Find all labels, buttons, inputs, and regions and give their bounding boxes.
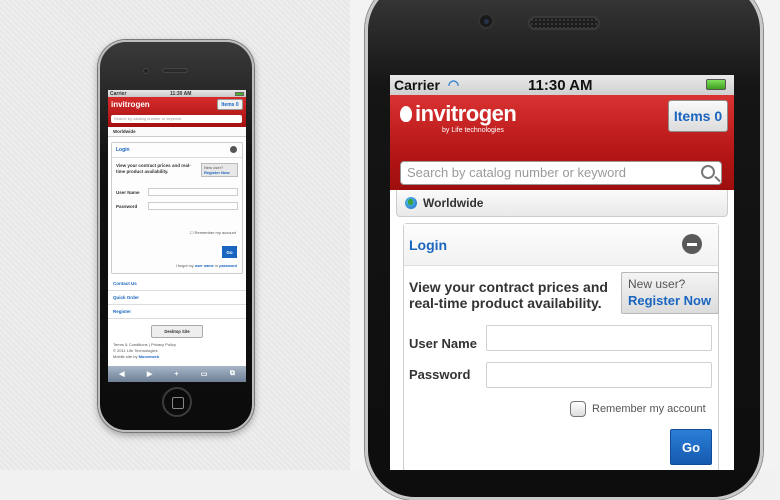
go-button[interactable]: Go [670, 429, 712, 465]
logo-tagline: by Life technologies [442, 127, 504, 134]
password-label: Password [116, 204, 138, 209]
search-input[interactable]: Search by catalog number or keyword [400, 161, 722, 185]
add-bookmark-icon[interactable]: + [175, 371, 179, 378]
forward-icon[interactable]: ▶ [147, 370, 152, 378]
site-header: invitrogen Items 0 Search by catalog num… [108, 97, 246, 127]
go-button[interactable]: Go [222, 246, 237, 258]
site-header: invitrogen by Life technologies Items 0 … [390, 95, 734, 190]
collapse-icon[interactable] [682, 234, 702, 254]
register-now-button[interactable]: New user? Register Now [621, 272, 719, 314]
small-phone: Carrier 11:30 AM invitrogen Items 0 Sear… [98, 40, 254, 432]
login-promo-text: View your contract prices and real-time … [409, 279, 608, 311]
cart-items-button[interactable]: Items 0 [217, 99, 243, 110]
remember-account-checkbox[interactable] [570, 401, 586, 417]
bookmarks-icon[interactable]: ▭ [201, 370, 208, 378]
login-panel: Login View your contract prices and real… [111, 142, 243, 274]
status-bar: Carrier 11:30 AM [108, 90, 246, 97]
battery-icon [706, 79, 726, 90]
globe-icon [405, 197, 417, 209]
register-now-label: Register Now [628, 293, 712, 308]
new-user-label: New user? [628, 277, 686, 291]
username-label: User Name [116, 190, 140, 195]
register-now-label: Register Now [204, 170, 230, 175]
speaker-grille [162, 68, 188, 73]
search-icon[interactable] [701, 165, 715, 179]
speaker-grille [528, 16, 600, 30]
small-phone-screen: Carrier 11:30 AM invitrogen Items 0 Sear… [108, 90, 246, 382]
search-placeholder: Search by catalog number or keyword [407, 165, 626, 180]
invitrogen-logo[interactable]: invitrogen [111, 100, 150, 109]
username-label: User Name [409, 336, 477, 351]
remember-account-checkbox[interactable]: ☐ Remember my account [190, 230, 236, 235]
register-link[interactable]: Register [108, 305, 246, 319]
remember-account-label: Remember my account [592, 403, 706, 415]
login-title[interactable]: Login [112, 143, 242, 158]
invitrogen-logo[interactable]: invitrogen [400, 101, 517, 127]
large-phone-screen: Carrier ◠ 11:30 AM invitrogen by Life te… [390, 75, 734, 470]
home-button[interactable] [162, 387, 192, 417]
login-header[interactable]: Login [404, 224, 718, 266]
back-icon[interactable]: ◀ [119, 370, 124, 378]
login-title: Login [409, 237, 448, 253]
logo-mark-icon [400, 106, 412, 122]
password-field[interactable] [486, 362, 712, 388]
clock: 11:30 AM [528, 76, 593, 94]
forgot-username-link[interactable]: user name [195, 264, 214, 268]
contact-us-link[interactable]: Contact Us [108, 277, 246, 291]
forgot-password-link[interactable]: password [219, 264, 237, 268]
mobile-credit: Mobile site by Mooveweb [113, 354, 160, 359]
wifi-icon: ◠ [447, 77, 460, 92]
collapse-icon[interactable] [230, 146, 237, 153]
carrier-label: Carrier [394, 77, 440, 93]
camera-icon [143, 68, 149, 74]
clock: 11:30 AM [169, 90, 192, 97]
register-now-button[interactable]: New user? Register Now [201, 163, 238, 177]
login-panel: Login View your contract prices and real… [403, 223, 719, 470]
tabs-icon[interactable]: ⧉ [230, 370, 235, 378]
carrier-label: Carrier [110, 90, 127, 97]
cart-items-button[interactable]: Items 0 [668, 100, 728, 132]
password-field[interactable] [148, 202, 238, 210]
region-selector[interactable]: Worldwide [108, 127, 246, 137]
status-bar: Carrier ◠ 11:30 AM [390, 75, 734, 95]
search-input[interactable]: Search by catalog number or keyword [111, 115, 242, 123]
browser-toolbar: ◀ ▶ + ▭ ⧉ [108, 366, 246, 382]
camera-icon [478, 13, 494, 29]
forgot-credentials: I forgot my user name or password [175, 264, 237, 268]
vendor-link[interactable]: Mooveweb [139, 354, 159, 359]
username-field[interactable] [148, 188, 238, 196]
quick-order-link[interactable]: Quick Order [108, 291, 246, 305]
region-selector[interactable]: Worldwide [396, 190, 728, 217]
login-promo-text: View your contract prices and real-time … [116, 163, 191, 174]
desktop-site-button[interactable]: Desktop Site [151, 325, 203, 338]
username-field[interactable] [486, 325, 712, 351]
region-label: Worldwide [423, 196, 484, 210]
password-label: Password [409, 367, 471, 382]
footer: Terms & Conditions | Privacy Policy © 20… [108, 338, 246, 364]
battery-icon [235, 91, 244, 96]
